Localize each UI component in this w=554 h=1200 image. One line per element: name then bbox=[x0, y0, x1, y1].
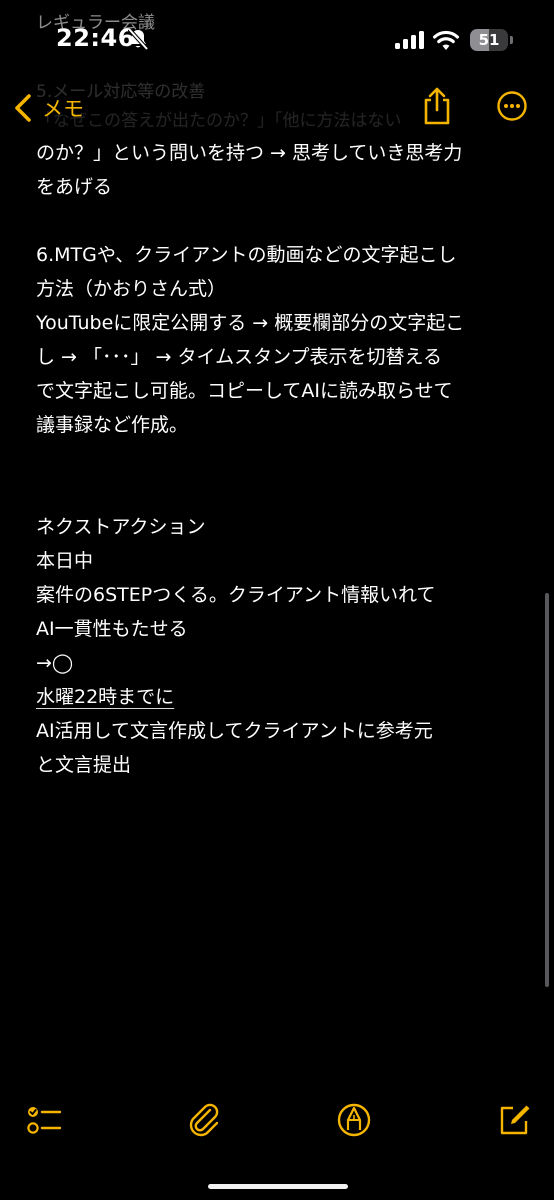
note-line: AI一貫性もたせる bbox=[36, 618, 188, 640]
note-line bbox=[36, 476, 526, 510]
chevron-left-icon bbox=[15, 94, 31, 122]
bottom-toolbar bbox=[0, 1090, 554, 1150]
battery-icon: 51 bbox=[470, 29, 514, 51]
note-line: →◯ bbox=[36, 652, 74, 674]
note-line: 方法（かおりさん式） bbox=[36, 278, 227, 300]
note-line bbox=[36, 204, 526, 238]
note-line: 6.MTGや、クライアントの動画などの文字起こし bbox=[36, 244, 457, 266]
note-line: で文字起こし可能。コピーしてAIに読み取らせて bbox=[36, 380, 453, 402]
note-body[interactable]: のか？」という問いを持つ → 思考していき思考力 をあげる 6.MTGや、クライ… bbox=[36, 136, 526, 782]
note-line: 本日中 bbox=[36, 550, 94, 572]
checklist-icon[interactable] bbox=[26, 1102, 62, 1138]
share-icon[interactable] bbox=[420, 86, 454, 126]
home-indicator[interactable] bbox=[208, 1184, 348, 1189]
back-label: メモ bbox=[42, 97, 84, 121]
nav-bar: レギュラー会議 5.メール対応等の改善 「なぜこの答えが出たのか？」「他に方法は… bbox=[0, 13, 554, 136]
wifi-icon bbox=[433, 30, 459, 50]
note-line: ネクストアクション bbox=[36, 516, 206, 538]
note-line: 水曜22時までに bbox=[36, 686, 175, 708]
note-line: のか？」という問いを持つ → 思考していき思考力 bbox=[36, 142, 463, 164]
signal-icon bbox=[395, 31, 424, 49]
more-icon[interactable] bbox=[496, 90, 528, 122]
note-line: と文言提出 bbox=[36, 754, 132, 776]
note-line: をあげる bbox=[36, 176, 113, 198]
attachment-icon[interactable] bbox=[186, 1102, 222, 1138]
note-line: 議事録など作成。 bbox=[36, 414, 189, 436]
note-line: YouTubeに限定公開する → 概要欄部分の文字起こ bbox=[36, 312, 465, 334]
note-line: AI活用して文言作成してクライアントに参考元 bbox=[36, 720, 433, 742]
markup-icon[interactable] bbox=[336, 1102, 372, 1138]
scrolled-text-line: レギュラー会議 bbox=[36, 13, 155, 33]
battery-level: 51 bbox=[478, 31, 500, 49]
note-line: 案件の6STEPつくる。クライアント情報いれて bbox=[36, 584, 436, 606]
note-line: し → 「･･･」 → タイムスタンプ表示を切替える bbox=[36, 346, 442, 368]
scrolled-text-line: 「なぜこの答えが出たのか？」「他に方法はない bbox=[36, 111, 402, 131]
scroll-indicator[interactable] bbox=[545, 593, 549, 987]
note-line bbox=[36, 442, 526, 476]
back-button[interactable]: メモ bbox=[8, 88, 84, 128]
compose-icon[interactable] bbox=[496, 1102, 532, 1138]
